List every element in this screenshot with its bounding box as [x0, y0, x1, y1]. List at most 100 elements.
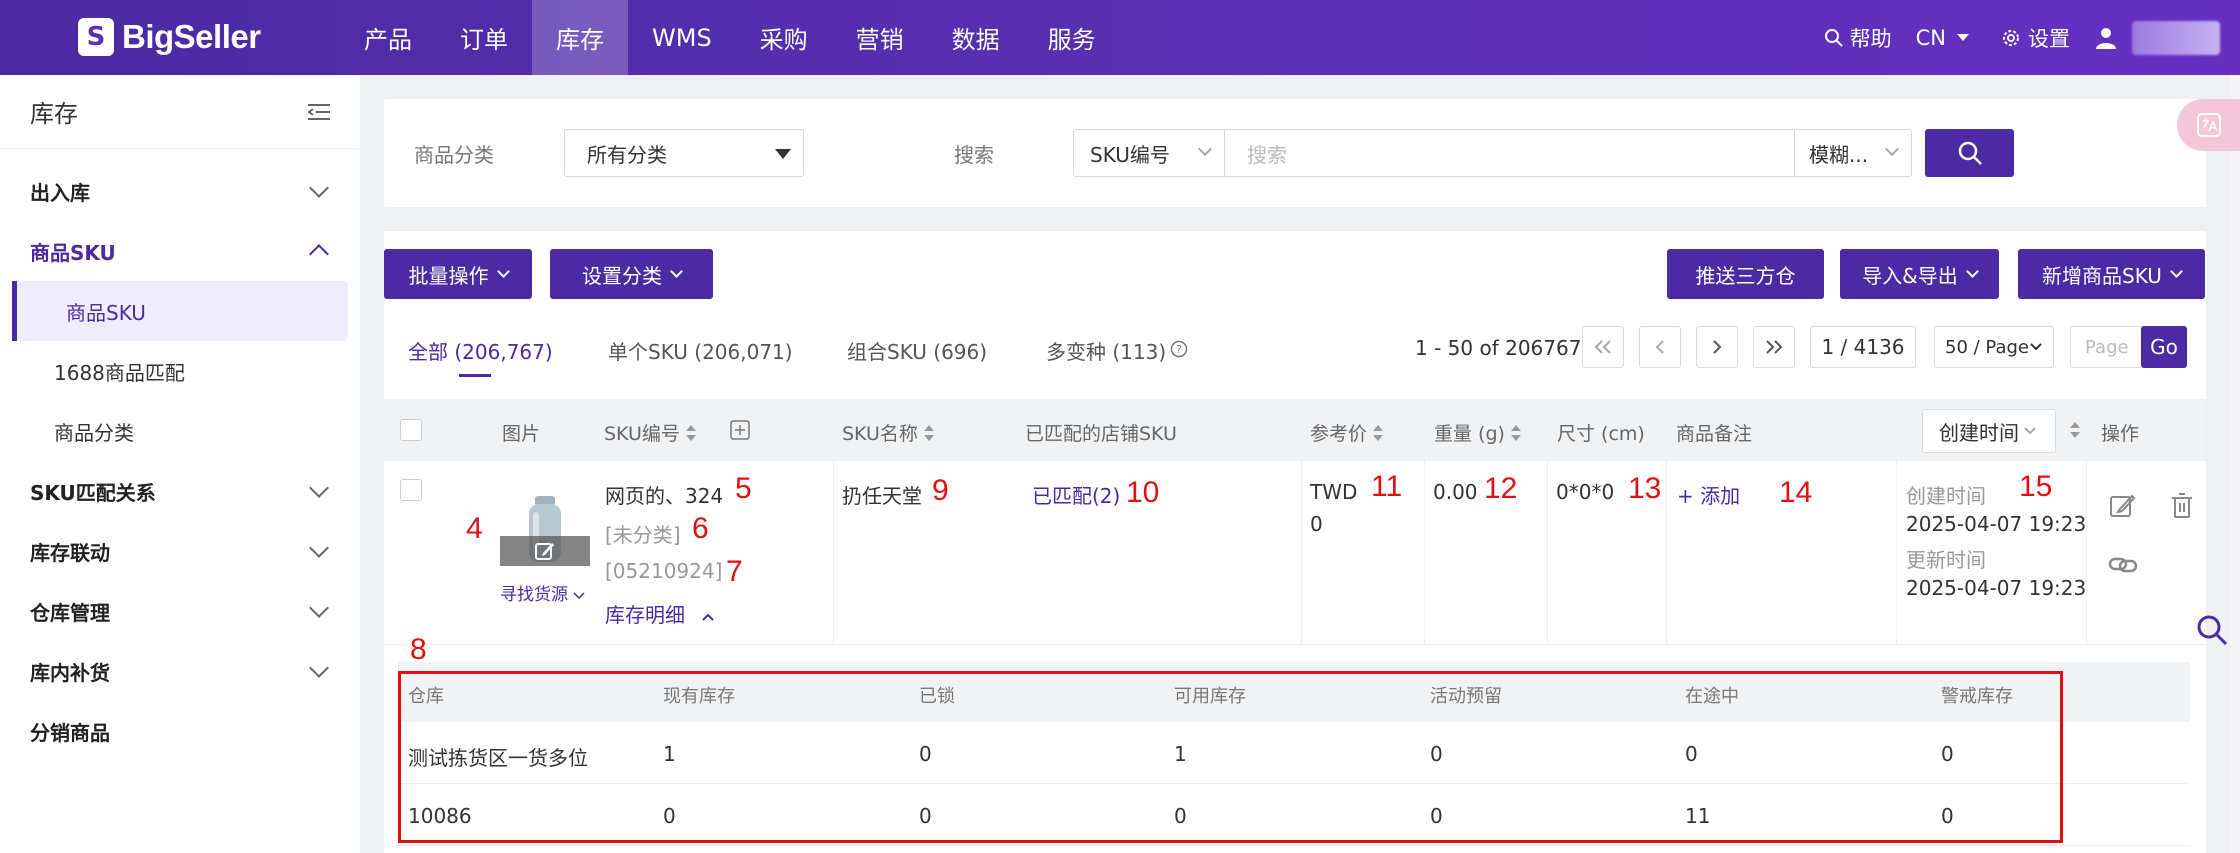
- next-page-button[interactable]: [1696, 326, 1738, 368]
- expand-all-icon[interactable]: [730, 420, 750, 440]
- created-time-label: 创建时间: [1906, 484, 1986, 508]
- settings-link[interactable]: 设置: [2000, 23, 2070, 53]
- sidebar-item-1688-matching[interactable]: 1688商品匹配: [0, 341, 348, 401]
- go-button[interactable]: Go: [2141, 326, 2187, 368]
- annotation-number: 8: [410, 633, 427, 666]
- translate-float-button[interactable]: [2177, 99, 2240, 151]
- sidebar-item-product-sku[interactable]: 商品SKU: [12, 281, 348, 341]
- caret-down-icon: [775, 149, 791, 159]
- last-page-button[interactable]: [1753, 326, 1795, 368]
- search-button[interactable]: [1925, 129, 2014, 177]
- sidebar-group-warehouse-management[interactable]: 仓库管理: [0, 581, 360, 641]
- prev-page-button[interactable]: [1639, 326, 1681, 368]
- col-weight[interactable]: 重量 (g): [1434, 419, 1521, 446]
- select-all-checkbox[interactable]: [400, 419, 422, 441]
- link-icon[interactable]: [2108, 552, 2138, 578]
- sidebar-group-distribution[interactable]: 分销商品: [0, 701, 360, 761]
- set-category-label: 设置分类: [582, 263, 662, 288]
- find-source-label: 寻找货源: [500, 585, 568, 605]
- tab-single-sku[interactable]: 单个SKU (206,071): [608, 336, 793, 365]
- col-ref-price-label: 参考价: [1310, 423, 1368, 445]
- import-export-button[interactable]: 导入&导出: [1840, 249, 1999, 299]
- double-chevron-right-icon: [1766, 340, 1783, 354]
- bulk-actions-button[interactable]: 批量操作: [384, 249, 532, 299]
- annotation-number: 11: [1371, 470, 1403, 503]
- column-divider: [1424, 461, 1425, 645]
- tab-all[interactable]: 全部 (206,767): [408, 336, 553, 365]
- first-page-button[interactable]: [1582, 326, 1624, 368]
- nav-item-marketing[interactable]: 营销: [832, 0, 928, 75]
- page-jump-input[interactable]: Page: [2070, 326, 2144, 368]
- sort-icon: [1373, 424, 1384, 441]
- per-page-value: 50 / Page: [1945, 336, 2029, 358]
- matched-store-sku-link[interactable]: 已匹配(2): [1032, 480, 1120, 509]
- user-menu[interactable]: [2094, 20, 2220, 55]
- push-3pl-button[interactable]: 推送三方仓: [1667, 249, 1824, 299]
- search-field-value: SKU编号: [1090, 142, 1170, 167]
- sidebar-group-label: 库内补货: [30, 660, 110, 685]
- language-label: CN: [1915, 25, 1946, 50]
- trash-icon[interactable]: [2170, 492, 2194, 520]
- edit-image-overlay[interactable]: [500, 536, 590, 566]
- sidebar-group-inventory-sync[interactable]: 库存联动: [0, 521, 360, 581]
- find-source-link[interactable]: 寻找货源: [500, 580, 585, 605]
- highlight-box: [398, 671, 2063, 843]
- nav-item-wms[interactable]: WMS: [628, 0, 736, 75]
- username-redacted: [2132, 20, 2220, 55]
- nav-item-products[interactable]: 产品: [340, 0, 436, 75]
- sidebar-group-inbound-outbound[interactable]: 出入库: [0, 161, 360, 221]
- sidebar-group-label: 出入库: [30, 180, 90, 205]
- sidebar-group-product-sku[interactable]: 商品SKU: [0, 221, 360, 281]
- collapse-menu-icon[interactable]: [308, 103, 330, 121]
- search-field-select[interactable]: SKU编号: [1073, 129, 1225, 177]
- set-category-button[interactable]: 设置分类: [550, 249, 713, 299]
- col-image: 图片: [502, 423, 541, 445]
- match-mode-select[interactable]: 模糊...: [1794, 129, 1912, 177]
- per-page-select[interactable]: 50 / Page: [1934, 326, 2054, 368]
- svg-text:?: ?: [1176, 343, 1182, 356]
- inventory-detail-toggle[interactable]: 库存明细: [605, 599, 715, 628]
- tab-multi-variant[interactable]: 多变种 (113): [1046, 336, 1166, 365]
- nav-item-purchase[interactable]: 采购: [736, 0, 832, 75]
- add-sku-label: 新增商品SKU: [2042, 263, 2162, 288]
- weight-value: 0.00: [1433, 480, 1478, 504]
- column-divider: [833, 461, 834, 645]
- sidebar-group-replenishment[interactable]: 库内补货: [0, 641, 360, 701]
- col-ref-price[interactable]: 参考价: [1310, 419, 1384, 446]
- nav-item-orders[interactable]: 订单: [436, 0, 532, 75]
- page-scrollbar[interactable]: [2230, 75, 2240, 853]
- nav-item-data[interactable]: 数据: [928, 0, 1024, 75]
- category-select[interactable]: 所有分类: [564, 129, 804, 177]
- tab-bundle-sku[interactable]: 组合SKU (696): [847, 336, 987, 365]
- brand-logo[interactable]: S BigSeller: [78, 17, 261, 57]
- annotation-number: 13: [1628, 472, 1662, 505]
- add-remark-link[interactable]: + 添加: [1677, 480, 1740, 509]
- sidebar-item-product-category[interactable]: 商品分类: [0, 401, 348, 461]
- created-time-sort-select[interactable]: 创建时间: [1922, 409, 2056, 453]
- chevron-down-icon: [1197, 141, 1213, 157]
- help-link[interactable]: 帮助: [1824, 23, 1892, 53]
- nav-item-services[interactable]: 服务: [1024, 0, 1120, 75]
- sku-name: 扔任天堂: [842, 484, 922, 508]
- pagination-range: 1 - 50 of 206767: [1415, 336, 1582, 360]
- sku-category: [未分类]: [605, 523, 681, 547]
- row-checkbox[interactable]: [400, 479, 422, 501]
- sidebar-group-sku-mapping[interactable]: SKU匹配关系: [0, 461, 360, 521]
- language-selector[interactable]: CN: [1916, 26, 1976, 50]
- column-divider: [1547, 461, 1548, 645]
- sku-code[interactable]: 网页的、324: [605, 480, 723, 509]
- nav-item-inventory[interactable]: 库存: [532, 0, 628, 75]
- col-sku-code[interactable]: SKU编号: [604, 419, 696, 446]
- edit-icon[interactable]: [2108, 492, 2136, 520]
- add-sku-button[interactable]: 新增商品SKU: [2018, 249, 2205, 299]
- search-input[interactable]: 搜索: [1224, 129, 1795, 177]
- col-sku-name[interactable]: SKU名称: [842, 419, 934, 446]
- search-icon[interactable]: [2196, 614, 2228, 646]
- sort-icon[interactable]: [2070, 422, 2080, 438]
- inventory-detail-label: 库存明细: [605, 603, 685, 627]
- annotation-number: 14: [1779, 476, 1813, 509]
- col-actions: 操作: [2101, 423, 2140, 445]
- annotation-number: 5: [735, 472, 752, 505]
- help-circle-icon[interactable]: ?: [1170, 340, 1188, 358]
- column-divider: [2086, 461, 2087, 645]
